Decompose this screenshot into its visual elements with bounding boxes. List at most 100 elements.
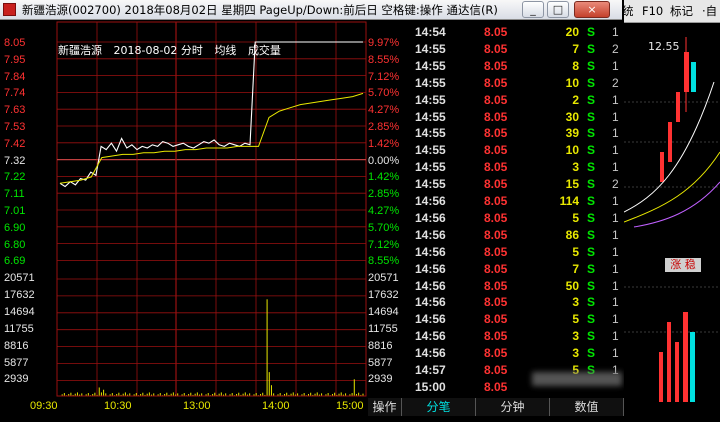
tick-count: 1 — [612, 295, 619, 310]
volume-tick-label: 17632 — [368, 288, 399, 301]
price-tick-label: 6.80 — [4, 238, 26, 251]
tick-price: 8.05 — [484, 312, 508, 327]
percent-tick-label: 5.70% — [368, 87, 400, 100]
tick-row[interactable]: 14:56 8.05 5 S 1 — [412, 311, 624, 327]
side-btn-f10[interactable]: F10 — [642, 3, 663, 19]
tick-volume: 8 — [572, 58, 579, 73]
tick-count: 1 — [612, 109, 619, 124]
percent-tick-label: 0.00% — [368, 154, 400, 167]
tick-price: 8.05 — [484, 278, 508, 293]
tick-count: 1 — [612, 278, 619, 293]
tick-price: 8.05 — [484, 295, 508, 310]
tick-list[interactable]: 14:54 8.05 20 S 1 14:55 8.05 7 S 2 14:55 8.05 8 S 1 14:… — [412, 24, 624, 398]
volume-tick-label: 8816 — [4, 339, 29, 352]
tick-count: 1 — [612, 194, 619, 208]
close-button[interactable]: × — [574, 1, 610, 18]
tick-price: 8.05 — [484, 346, 508, 361]
tick-count: 1 — [612, 210, 619, 225]
tick-price: 8.05 — [484, 227, 508, 242]
tick-row[interactable]: 14:54 8.05 20 S 1 — [412, 24, 624, 40]
percent-tick-label: 2.85% — [368, 188, 400, 201]
tick-time: 14:56 — [415, 227, 446, 242]
tab-values[interactable]: 数值 — [550, 398, 624, 416]
tick-volume: 5 — [572, 312, 579, 327]
tick-side: S — [587, 109, 596, 124]
tab-minute[interactable]: 分钟 — [476, 398, 550, 416]
window-title-bar[interactable]: 新疆浩源(002700) 2018年08月02日 星期四 PageUp/Down… — [0, 0, 622, 20]
tick-time: 14:56 — [415, 244, 446, 259]
volume-tick-label: 11755 — [4, 322, 34, 335]
side-btn-0[interactable]: 统 — [622, 3, 634, 19]
app-logo-icon — [3, 3, 16, 16]
avg-line-label: 均线 — [214, 44, 237, 57]
tick-row[interactable]: 14:56 8.05 50 S 1 — [412, 278, 624, 294]
tick-time: 14:56 — [415, 312, 446, 327]
tick-row[interactable]: 14:55 8.05 10 S 1 — [412, 142, 624, 158]
tick-row[interactable]: 14:55 8.05 30 S 1 — [412, 109, 624, 125]
tick-volume: 20 — [565, 25, 579, 39]
tick-row[interactable]: 14:55 8.05 7 S 2 — [412, 41, 624, 57]
tick-count: 2 — [612, 41, 619, 56]
tick-volume: 3 — [572, 295, 579, 310]
tick-side: S — [587, 261, 596, 276]
volume-label: 成交量 — [247, 44, 281, 57]
tick-row[interactable]: 14:55 8.05 10 S 2 — [412, 75, 624, 91]
price-tick-label: 7.11 — [4, 188, 25, 201]
tick-time: 14:56 — [415, 261, 446, 276]
tick-time: 15:00 — [415, 379, 446, 394]
tick-time: 14:55 — [415, 143, 446, 158]
tick-side: S — [587, 25, 596, 39]
tick-side: S — [587, 160, 596, 175]
tick-row[interactable]: 14:55 8.05 3 S 1 — [412, 159, 624, 175]
tick-row[interactable]: 14:56 8.05 5 S 1 — [412, 244, 624, 260]
tick-row[interactable]: 14:56 8.05 7 S 1 — [412, 261, 624, 277]
tick-time: 14:55 — [415, 92, 446, 107]
maximize-button[interactable]: □ — [547, 1, 569, 18]
tick-row[interactable]: 14:56 8.05 86 S 1 — [412, 227, 624, 243]
tick-count: 2 — [612, 75, 619, 90]
chart-header: 新疆浩源 2018-08-02 分时 均线 成交量 — [58, 42, 289, 58]
percent-tick-label: 7.12% — [368, 238, 400, 251]
tick-row[interactable]: 14:56 8.05 5 S 1 — [412, 210, 624, 226]
price-tick-label: 7.01 — [4, 205, 26, 217]
side-btn-auto[interactable]: ·自 — [702, 3, 717, 19]
tick-row[interactable]: 14:56 8.05 3 S 1 — [412, 328, 624, 344]
tick-side: S — [587, 126, 596, 141]
tick-side: S — [587, 41, 596, 56]
percent-tick-label: 1.42% — [368, 137, 400, 150]
tick-row[interactable]: 14:56 8.05 3 S 1 — [412, 345, 624, 361]
tab-ticks[interactable]: 分笔 — [402, 398, 476, 416]
tick-time: 14:56 — [415, 210, 446, 225]
tick-volume: 7 — [572, 41, 579, 56]
tab-operate[interactable]: 操作 — [368, 398, 402, 416]
tick-side: S — [587, 58, 596, 73]
tick-row[interactable]: 14:55 8.05 39 S 1 — [412, 125, 624, 141]
percent-tick-label: 2.85% — [368, 121, 400, 133]
tick-side: S — [587, 75, 596, 90]
minimize-button[interactable]: _ — [522, 1, 544, 18]
tick-price: 8.05 — [484, 41, 508, 56]
tick-row[interactable]: 14:56 8.05 114 S 1 — [412, 193, 624, 209]
bottom-tabbar: 操作 分笔 分钟 数值 — [368, 398, 624, 416]
stock-name: 新疆浩源 — [58, 44, 102, 57]
tick-row[interactable]: 14:55 8.05 2 S 1 — [412, 92, 624, 108]
side-btn-mark[interactable]: 标记 — [670, 3, 693, 19]
percent-tick-label: 8.55% — [368, 255, 400, 268]
tick-count: 1 — [612, 346, 619, 361]
tick-side: S — [587, 278, 596, 293]
tick-time: 14:55 — [415, 109, 446, 124]
side-toolbar: 统 F10 标记 ·自 — [622, 0, 720, 23]
tick-count: 1 — [612, 25, 619, 39]
tick-row[interactable]: 14:55 8.05 8 S 1 — [412, 58, 624, 74]
tick-volume: 10 — [565, 143, 579, 158]
volume-tick-label: 17632 — [4, 288, 35, 301]
tick-row[interactable]: 14:55 8.05 15 S 2 — [412, 176, 624, 192]
tick-time: 14:56 — [415, 329, 446, 344]
tick-volume: 2 — [572, 92, 579, 107]
percent-tick-label: 9.97% — [368, 37, 400, 49]
price-tick-label: 7.53 — [4, 121, 26, 133]
tick-row[interactable]: 14:56 8.05 3 S 1 — [412, 294, 624, 310]
tick-count: 1 — [612, 261, 619, 276]
tick-count: 1 — [612, 126, 619, 141]
blurred-watermark — [532, 372, 622, 386]
